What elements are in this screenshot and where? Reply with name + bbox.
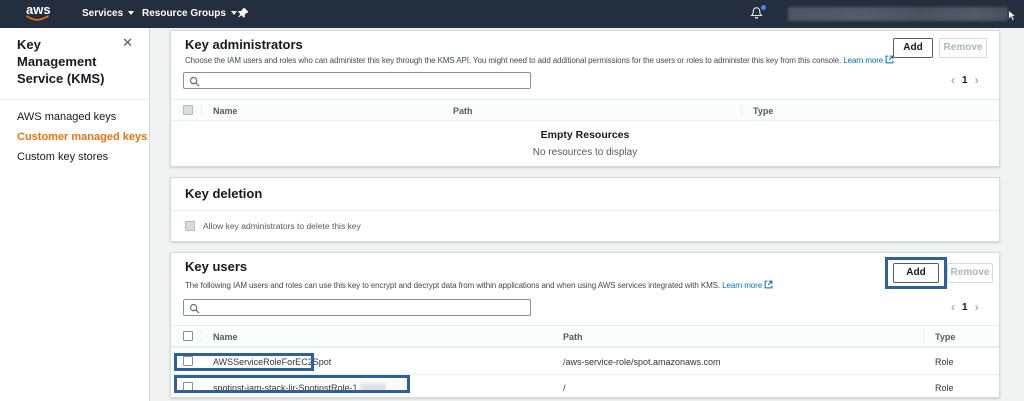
- sidebar-item-aws-managed-keys[interactable]: AWS managed keys: [0, 107, 149, 127]
- page-number[interactable]: 1: [962, 302, 968, 313]
- column-header-type: Type: [753, 106, 773, 116]
- search-icon: [189, 303, 200, 314]
- column-divider: [201, 104, 202, 116]
- description-text: Choose the IAM users and roles who can a…: [185, 56, 841, 65]
- empty-state-title: Empty Resources: [171, 129, 999, 141]
- empty-state: Empty Resources No resources to display: [171, 129, 999, 158]
- pagination: ‹ 1 ›: [951, 301, 997, 313]
- column-divider: [741, 104, 742, 116]
- key-administrators-title: Key administrators: [185, 37, 303, 52]
- column-header-type: Type: [935, 332, 955, 342]
- aws-logo[interactable]: aws: [26, 3, 51, 22]
- nav-resource-groups-label: Resource Groups: [142, 8, 226, 19]
- row-checkbox[interactable]: [183, 382, 193, 392]
- key-users-title: Key users: [185, 259, 247, 274]
- column-header-path: Path: [563, 332, 583, 342]
- external-link-icon: [764, 280, 773, 291]
- empty-state-message: No resources to display: [171, 147, 999, 158]
- search-icon: [189, 76, 200, 87]
- learn-more-label: Learn more: [722, 281, 762, 290]
- add-button[interactable]: Add: [893, 263, 939, 283]
- close-icon[interactable]: ✕: [122, 36, 133, 49]
- nav-services[interactable]: Services: [82, 8, 134, 19]
- sidebar-item-custom-key-stores[interactable]: Custom key stores: [0, 147, 149, 167]
- cell-path: /aws-service-role/spot.amazonaws.com: [563, 357, 721, 367]
- key-administrators-search: [183, 72, 531, 89]
- table-header: Name Path Type: [171, 325, 999, 347]
- learn-more-label: Learn more: [843, 56, 883, 65]
- cell-type: Role: [935, 357, 954, 367]
- allow-deletion-label: Allow key administrators to delete this …: [203, 221, 361, 231]
- learn-more-link[interactable]: Learn more: [722, 281, 773, 290]
- notification-badge: [761, 5, 766, 10]
- aws-logo-text: aws: [26, 2, 51, 17]
- key-deletion-section: Key deletion Allow key administrators to…: [170, 177, 1000, 242]
- cell-name: spotinst-iam-stack-lir-SpotinstRole-1: [213, 383, 386, 393]
- kms-sidebar: ✕ Key Management Service (KMS) AWS manag…: [0, 28, 150, 401]
- search-input[interactable]: [204, 74, 524, 87]
- table-row: spotinst-iam-stack-lir-SpotinstRole-1 / …: [171, 374, 999, 399]
- column-header-path: Path: [453, 106, 473, 116]
- prev-page-icon[interactable]: ‹: [951, 74, 955, 86]
- top-navigation-bar: aws Services Resource Groups: [0, 0, 1024, 28]
- sidebar-title: Key Management Service (KMS): [17, 37, 115, 88]
- remove-button[interactable]: Remove: [939, 38, 987, 58]
- key-administrators-section: Key administrators Choose the IAM users …: [170, 30, 1000, 167]
- cell-name: AWSServiceRoleForEC2Spot: [213, 357, 331, 367]
- sidebar-item-customer-managed-keys[interactable]: Customer managed keys: [0, 127, 149, 147]
- next-page-icon[interactable]: ›: [975, 74, 979, 86]
- key-users-description: The following IAM users and roles can us…: [185, 280, 773, 291]
- table-row: AWSServiceRoleForEC2Spot /aws-service-ro…: [171, 347, 999, 374]
- remove-button[interactable]: Remove: [947, 263, 993, 283]
- search-input[interactable]: [204, 301, 524, 314]
- table-header: Name Path Type: [171, 99, 999, 121]
- chevron-down-icon: [128, 11, 134, 15]
- key-administrators-description: Choose the IAM users and roles who can a…: [185, 55, 894, 66]
- sidebar-divider: [0, 99, 149, 100]
- key-users-section: Key users The following IAM users and ro…: [170, 252, 1000, 398]
- cell-path: /: [563, 383, 566, 393]
- redacted-text-blur: [360, 383, 386, 392]
- learn-more-link[interactable]: Learn more: [843, 56, 894, 65]
- add-button[interactable]: Add: [893, 38, 933, 58]
- pagination: ‹ 1 ›: [951, 74, 997, 86]
- cell-name-text: spotinst-iam-stack-lir-SpotinstRole-1: [213, 383, 358, 393]
- nav-services-label: Services: [82, 8, 123, 19]
- account-info-redacted: [788, 7, 1008, 21]
- sidebar-nav: AWS managed keys Customer managed keys C…: [0, 107, 149, 167]
- next-page-icon[interactable]: ›: [975, 301, 979, 313]
- description-text: The following IAM users and roles can us…: [185, 281, 720, 290]
- section-divider: [171, 210, 999, 211]
- column-header-name: Name: [213, 106, 238, 116]
- column-header-name: Name: [213, 332, 238, 342]
- nav-resource-groups[interactable]: Resource Groups: [142, 8, 237, 19]
- column-divider: [923, 330, 924, 342]
- select-all-checkbox[interactable]: [183, 105, 193, 115]
- allow-deletion-checkbox[interactable]: [185, 221, 195, 231]
- page-number[interactable]: 1: [962, 75, 968, 86]
- row-checkbox[interactable]: [183, 356, 193, 366]
- key-deletion-title: Key deletion: [185, 186, 262, 201]
- prev-page-icon[interactable]: ‹: [951, 301, 955, 313]
- key-users-search: [183, 299, 531, 316]
- column-divider: [201, 330, 202, 342]
- select-all-checkbox[interactable]: [183, 331, 193, 341]
- cell-type: Role: [935, 383, 954, 393]
- pin-icon[interactable]: [237, 7, 249, 25]
- mouse-cursor: [1008, 9, 1017, 27]
